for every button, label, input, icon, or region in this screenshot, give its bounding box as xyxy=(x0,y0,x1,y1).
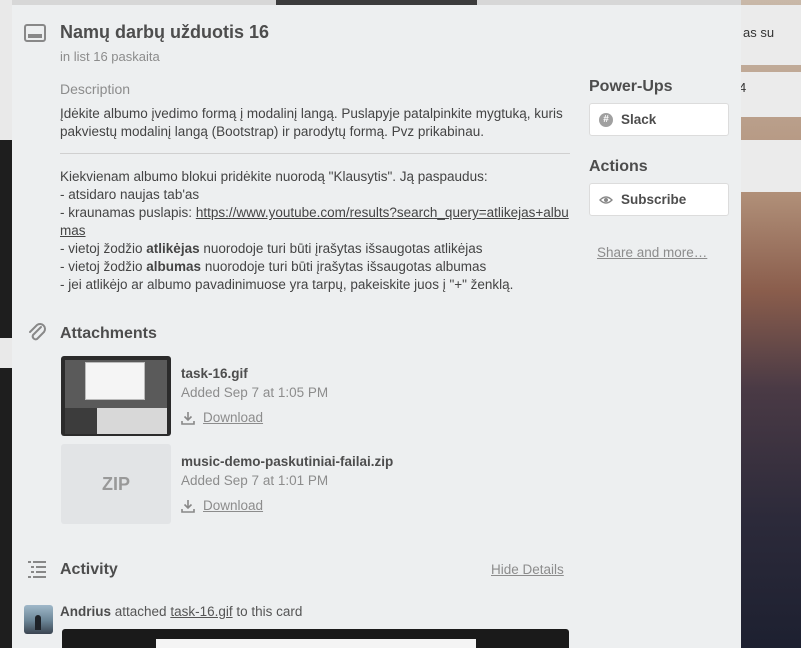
description-line: - vietoj žodžio atlikėjas nuorodoje turi… xyxy=(60,240,570,258)
download-label: Download xyxy=(203,498,264,513)
download-link[interactable]: Download xyxy=(181,498,263,513)
description-line: - vietoj žodžio albumas nuorodoje turi b… xyxy=(60,258,570,276)
left-list-card xyxy=(0,0,12,140)
board-right-edge: as su 4 xyxy=(739,0,801,648)
description-bold: albumas xyxy=(146,259,202,274)
description-line: - atsidaro naujas tab'as xyxy=(60,187,200,202)
activity-action: attached xyxy=(111,604,171,619)
paperclip-icon xyxy=(29,323,46,341)
attachment-item: ZIP music-demo-paskutiniai-failai.zip Ad… xyxy=(61,444,531,524)
download-icon xyxy=(181,411,195,425)
card-title[interactable]: Namų darbų užduotis 16 xyxy=(60,22,269,43)
download-link[interactable]: Download xyxy=(181,410,263,425)
attachment-name[interactable]: task-16.gif xyxy=(181,366,248,381)
attachment-thumbnail[interactable]: ZIP xyxy=(61,444,171,524)
description-paragraph: Įdėkite albumo įvedimo formą į modalinį … xyxy=(60,106,563,139)
board-left-edge xyxy=(0,0,12,648)
attachment-name[interactable]: music-demo-paskutiniai-failai.zip xyxy=(181,454,393,469)
description-line: - kraunamas puslapis: https://www.youtub… xyxy=(60,204,570,240)
share-and-more-link[interactable]: Share and more… xyxy=(597,245,707,260)
attachment-added: Added Sep 7 at 1:05 PM xyxy=(181,385,329,400)
eye-icon xyxy=(599,195,613,204)
preview-content xyxy=(156,639,476,648)
description-line: - jei atlikėjo ar albumo pavadinimuose y… xyxy=(60,277,514,292)
powerups-title: Power-Ups xyxy=(589,78,673,95)
activity-attachment-link[interactable]: task-16.gif xyxy=(170,604,232,619)
activity-user[interactable]: Andrius xyxy=(60,604,111,619)
card-detail-modal: Namų darbų užduotis 16 in list 16 paskai… xyxy=(12,5,741,648)
right-list-card: 4 xyxy=(739,72,801,117)
activity-list-icon xyxy=(28,561,46,578)
right-card-text: as su xyxy=(743,25,775,40)
description-line: Kiekvienam albumo blokui pridėkite nuoro… xyxy=(60,169,488,184)
left-list-card xyxy=(0,338,12,368)
actions-title: Actions xyxy=(589,158,648,175)
card-icon xyxy=(24,24,46,42)
attachment-thumbnail[interactable] xyxy=(61,356,171,436)
description-text: nuorodoje turi būti įrašytas išsaugotas … xyxy=(201,259,487,274)
thumb-album xyxy=(65,408,97,434)
description-divider xyxy=(60,153,570,154)
description-label: Description xyxy=(60,81,131,97)
activity-entry: Andrius attached task-16.gif to this car… xyxy=(60,604,302,619)
description-text: - vietoj žodžio xyxy=(60,259,147,274)
right-list-card xyxy=(741,140,801,192)
download-label: Download xyxy=(203,410,264,425)
activity-title: Activity xyxy=(60,561,118,578)
avatar[interactable] xyxy=(24,605,53,634)
hide-details-link[interactable]: Hide Details xyxy=(491,562,564,577)
description-text: - kraunamas puslapis: xyxy=(60,205,196,220)
activity-suffix: to this card xyxy=(232,604,303,619)
attachment-added: Added Sep 7 at 1:01 PM xyxy=(181,473,329,488)
subscribe-label: Subscribe xyxy=(621,192,687,207)
slack-label: Slack xyxy=(621,112,657,127)
avatar-figure xyxy=(35,615,41,630)
description-bold: atlikėjas xyxy=(146,241,200,256)
slack-icon: # xyxy=(599,112,613,127)
description-text: - vietoj žodžio xyxy=(60,241,147,256)
attachment-item: task-16.gif Added Sep 7 at 1:05 PM Downl… xyxy=(61,356,531,436)
slack-button[interactable]: # Slack xyxy=(589,103,729,136)
right-list-card: as su xyxy=(741,5,801,65)
download-icon xyxy=(181,499,195,513)
card-list-name: in list 16 paskaita xyxy=(60,49,160,64)
activity-image-preview[interactable] xyxy=(62,629,569,648)
thumb-modal xyxy=(85,362,145,400)
description-text: nuorodoje turi būti įrašytas išsaugotas … xyxy=(199,241,483,256)
attachments-title: Attachments xyxy=(60,325,157,342)
description-section: Description Įdėkite albumo įvedimo formą… xyxy=(60,81,570,294)
subscribe-button[interactable]: Subscribe xyxy=(589,183,729,216)
